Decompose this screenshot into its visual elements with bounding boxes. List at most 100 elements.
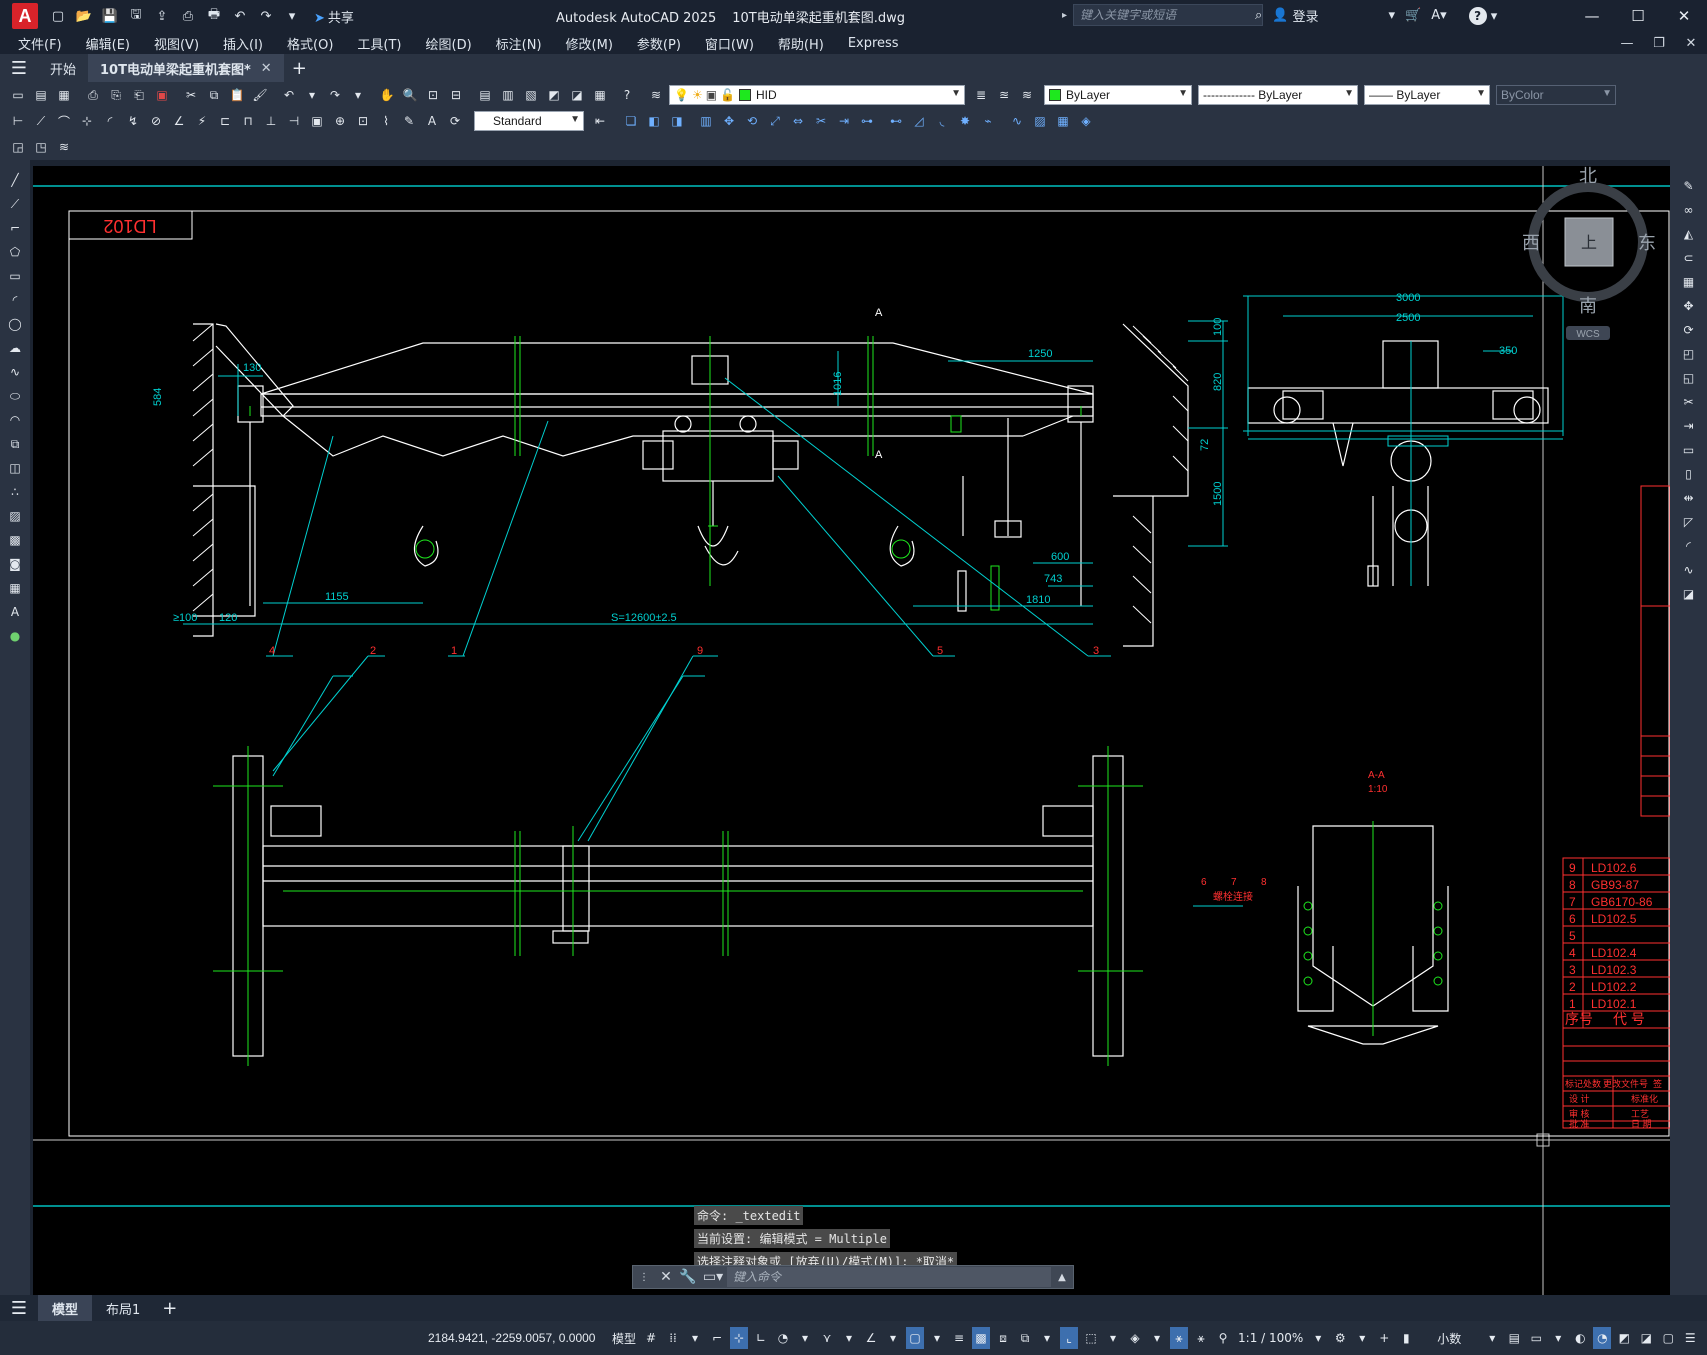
linetype-dropdown[interactable]: ------------- ByLayer ▼ <box>1198 85 1358 105</box>
snap-dropdown-icon[interactable]: ▾ <box>686 1327 704 1349</box>
mirror-icon[interactable]: ◭ <box>1679 224 1699 244</box>
tab-model[interactable]: 模型 <box>38 1295 93 1321</box>
3d-print-icon[interactable]: ▣ <box>152 85 172 105</box>
coordinate-readout[interactable]: 2184.9421, -2259.0057, 0.0000 <box>428 1331 595 1345</box>
annotation-scale-value[interactable]: 1:1 / 100% <box>1236 1327 1305 1349</box>
insert-block-icon[interactable]: ⧉ <box>5 434 25 454</box>
snap-icon[interactable]: ⁞⁞ <box>664 1327 682 1349</box>
ellipse-icon[interactable]: ⬭ <box>5 386 25 406</box>
menu-view[interactable]: 视图(V) <box>154 34 199 53</box>
undo-dropdown-icon[interactable]: ▾ <box>302 85 322 105</box>
arc-icon[interactable]: ◜ <box>5 290 25 310</box>
trim-icon[interactable]: ✂ <box>811 111 831 131</box>
join-icon[interactable]: ⊷ <box>886 111 906 131</box>
menu-express[interactable]: Express <box>848 36 899 51</box>
user-icon[interactable]: 👤 <box>1272 8 1288 23</box>
save-icon[interactable]: ▦ <box>54 85 74 105</box>
menu-insert[interactable]: 插入(I) <box>223 34 263 53</box>
doc-close-button[interactable]: ✕ <box>1675 32 1707 54</box>
region-icon[interactable]: ◙ <box>5 554 25 574</box>
gizmo-icon[interactable]: ◈ <box>1126 1327 1144 1349</box>
object-snap-tracking-icon[interactable]: ∠ <box>862 1327 880 1349</box>
command-history-toggle-icon[interactable]: ▲ <box>1051 1266 1073 1288</box>
dimstyle-dropdown[interactable]: Standard ▼ <box>474 111 584 131</box>
close-icon[interactable]: ✕ <box>655 1266 677 1288</box>
workspace-gear-icon[interactable]: ⚙ <box>1331 1327 1349 1349</box>
ellipse-arc-icon[interactable]: ◠ <box>5 410 25 430</box>
make-block-icon[interactable]: ◫ <box>5 458 25 478</box>
status-menu-icon[interactable]: ☰ <box>1681 1327 1699 1349</box>
3d-osnap-dropdown-icon[interactable]: ▾ <box>1038 1327 1056 1349</box>
web-save-icon[interactable]: ⇪ <box>152 6 172 26</box>
autodesk-account-icon[interactable]: A▾ <box>1431 8 1446 23</box>
preview-icon[interactable]: ⎘ <box>106 85 126 105</box>
plot-icon[interactable]: ⎙ <box>83 85 103 105</box>
new-tab-button[interactable]: + <box>292 58 307 79</box>
array-icon[interactable]: ▥ <box>696 111 716 131</box>
stretch-icon[interactable]: ⇔ <box>788 111 808 131</box>
plotstyle-dropdown[interactable]: ByColor ▼ <box>1496 85 1616 105</box>
match-prop-icon[interactable]: 🖌 <box>250 85 270 105</box>
selection-filter-icon[interactable]: ⬚ <box>1082 1327 1100 1349</box>
doc-restore-button[interactable]: ❐ <box>1643 32 1675 54</box>
explode-icon[interactable]: ◪ <box>1679 584 1699 604</box>
polygon-icon[interactable]: ⬠ <box>5 242 25 262</box>
osnap-dropdown-icon[interactable]: ▾ <box>928 1327 946 1349</box>
array-icon[interactable]: ▦ <box>1679 272 1699 292</box>
tolerance-icon[interactable]: ▣ <box>307 111 327 131</box>
dim-update-icon[interactable]: ⟳ <box>445 111 465 131</box>
tab-close-icon[interactable]: ✕ <box>261 61 272 76</box>
break-at-point-icon[interactable]: ▭ <box>1679 440 1699 460</box>
layout-menu-icon[interactable]: ☰ <box>0 1295 38 1321</box>
extend-icon[interactable]: ⇥ <box>834 111 854 131</box>
fullscreen-icon[interactable]: ▢ <box>1659 1327 1677 1349</box>
units-value[interactable]: 小数 <box>1419 1327 1479 1349</box>
maximize-button[interactable]: ☐ <box>1615 0 1661 32</box>
circle-icon[interactable]: ◯ <box>5 314 25 334</box>
move-icon[interactable]: ✥ <box>1679 296 1699 316</box>
fillet-icon[interactable]: ◜ <box>1679 536 1699 556</box>
jogged-dim-icon[interactable]: ↯ <box>123 111 143 131</box>
infer-constraints-icon[interactable]: ⌐ <box>708 1327 726 1349</box>
quick-dim-icon[interactable]: ⚡ <box>192 111 212 131</box>
viewcube-south[interactable]: 南 <box>1579 296 1597 317</box>
pan-icon[interactable]: ✋ <box>377 85 397 105</box>
table-icon[interactable]: ▦ <box>5 578 25 598</box>
viewcube-east[interactable]: 东 <box>1638 233 1656 254</box>
zoom-realtime-icon[interactable]: 🔍 <box>400 85 420 105</box>
menu-format[interactable]: 格式(O) <box>287 34 333 53</box>
dim-edit-icon[interactable]: ✎ <box>399 111 419 131</box>
model-space-button[interactable]: 模型 <box>610 1327 638 1349</box>
rotate-icon[interactable]: ⟳ <box>1679 320 1699 340</box>
inspection-icon[interactable]: ⊡ <box>353 111 373 131</box>
units-icon[interactable]: ▮ <box>1397 1327 1415 1349</box>
edit-attribute-icon[interactable]: ◈ <box>1076 111 1096 131</box>
make-current-icon[interactable]: ≣ <box>971 85 991 105</box>
login-button[interactable]: 登录 <box>1292 6 1318 25</box>
grip-handle-icon[interactable]: ⋮ <box>633 1266 655 1288</box>
explode-icon[interactable]: ✸ <box>955 111 975 131</box>
polar-dropdown-icon[interactable]: ▾ <box>796 1327 814 1349</box>
revision-cloud-icon[interactable]: ☁ <box>5 338 25 358</box>
sheet-set-icon[interactable]: ◩ <box>544 85 564 105</box>
gizmo-dropdown-icon[interactable]: ▾ <box>1148 1327 1166 1349</box>
dimstyle-icon[interactable]: ⇤ <box>590 111 610 131</box>
zoom-window-icon[interactable]: ⊡ <box>423 85 443 105</box>
zoom-previous-icon[interactable]: ⊟ <box>446 85 466 105</box>
units-dropdown-icon[interactable]: ▾ <box>1483 1327 1501 1349</box>
center-mark-icon[interactable]: ⊕ <box>330 111 350 131</box>
rotate-icon[interactable]: ⟲ <box>742 111 762 131</box>
copy-object-icon[interactable]: ❏ <box>621 111 641 131</box>
continue-dim-icon[interactable]: ⊓ <box>238 111 258 131</box>
chamfer-icon[interactable]: ◸ <box>1679 512 1699 532</box>
edit-hatch-icon[interactable]: ▨ <box>1030 111 1050 131</box>
scale-dropdown-icon[interactable]: ▾ <box>1309 1327 1327 1349</box>
hatch-icon[interactable]: ▨ <box>5 506 25 526</box>
undo-icon[interactable]: ↶ <box>279 85 299 105</box>
viewcube[interactable]: 上 北 南 西 东 WCS <box>1522 166 1656 340</box>
viewcube-west[interactable]: 西 <box>1522 233 1540 254</box>
chamfer-icon[interactable]: ◿ <box>909 111 929 131</box>
doc-minimize-button[interactable]: — <box>1611 32 1643 54</box>
scale-icon[interactable]: ⤢ <box>765 111 785 131</box>
edit-block-icon[interactable]: ◲ <box>8 137 28 157</box>
